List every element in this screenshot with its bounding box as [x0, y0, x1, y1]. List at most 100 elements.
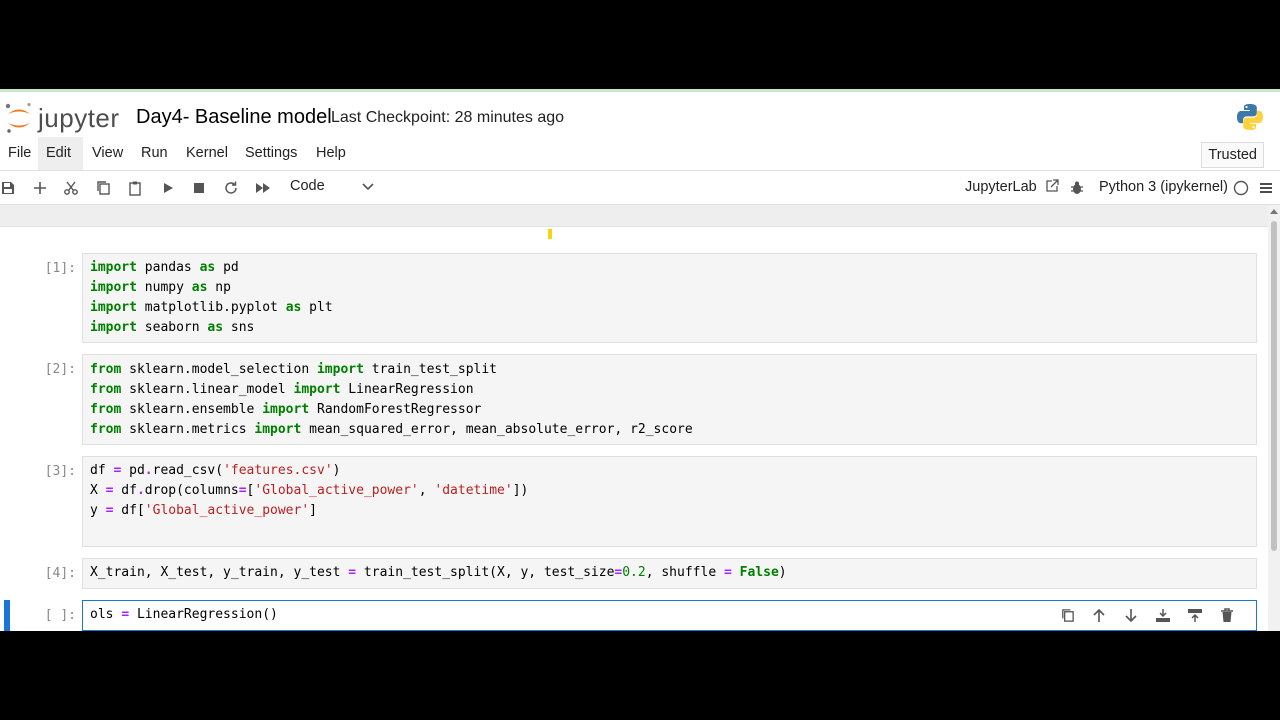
stop-icon[interactable] — [188, 177, 210, 199]
chevron-down-icon[interactable] — [362, 183, 374, 191]
menu-edit[interactable]: Edit — [38, 137, 83, 170]
code-token: pd — [121, 463, 145, 478]
code-editor[interactable]: from sklearn.model_selection import trai… — [82, 354, 1257, 445]
menu-hamburger-icon[interactable] — [1255, 177, 1277, 199]
scroll-up-icon[interactable] — [1270, 208, 1278, 214]
code-token: numpy — [136, 280, 192, 295]
code-token: as — [207, 320, 224, 335]
jupyterlab-link[interactable]: JupyterLab — [965, 179, 1059, 195]
jupyter-logo[interactable]: jupyter — [4, 100, 120, 136]
cell-type-select[interactable]: Code — [290, 178, 325, 194]
code-token: RandomForestRegressor — [309, 402, 482, 417]
code-token: False — [739, 565, 779, 580]
code-line: X = df.drop(columns=['Global_active_powe… — [83, 481, 1256, 501]
code-token: 'features.csv' — [223, 463, 333, 478]
cell-prompt: [3]: — [44, 464, 76, 479]
menu-settings[interactable]: Settings — [237, 137, 305, 170]
cell-prompt: [4]: — [44, 566, 76, 581]
code-token: import — [90, 260, 137, 275]
code-token: sklearn.metrics — [121, 422, 255, 437]
notebook-toolbar: Code JupyterLab Python 3 (ipykernel) — [0, 171, 1280, 205]
code-line: from sklearn.metrics import mean_squared… — [83, 420, 1256, 440]
code-editor[interactable]: X_train, X_test, y_train, y_test = train… — [82, 558, 1257, 589]
code-token: ] — [309, 503, 317, 518]
code-token: . — [144, 463, 153, 478]
code-token: pd — [215, 260, 239, 275]
scrollbar-thumb[interactable] — [1271, 221, 1277, 551]
code-line: X_train, X_test, y_train, y_test = train… — [83, 563, 1256, 583]
cell-prompt: [2]: — [44, 362, 76, 377]
menu-file[interactable]: File — [0, 137, 39, 170]
menu-kernel[interactable]: Kernel — [178, 137, 236, 170]
code-token: pandas — [136, 260, 200, 275]
external-link-icon — [1046, 179, 1059, 192]
code-token: read_csv( — [152, 463, 224, 478]
cut-icon[interactable] — [60, 177, 82, 199]
kernel-status-idle-icon — [1230, 177, 1252, 199]
code-token: 'datetime' — [434, 483, 513, 498]
code-editor[interactable]: df = pd.read_csv('features.csv') X = df.d… — [82, 456, 1257, 547]
code-token: import — [262, 402, 310, 417]
trusted-indicator[interactable]: Trusted — [1201, 142, 1264, 168]
insert-below-icon[interactable] — [1184, 604, 1206, 626]
active-cell-indicator — [4, 600, 10, 631]
menu-run[interactable]: Run — [133, 137, 176, 170]
run-icon[interactable] — [157, 177, 179, 199]
vertical-scrollbar[interactable] — [1268, 205, 1280, 631]
insert-above-icon[interactable] — [1152, 604, 1174, 626]
code-token: import — [90, 300, 137, 315]
save-icon[interactable] — [0, 177, 19, 199]
code-token: X — [90, 483, 106, 498]
copy-icon[interactable] — [92, 177, 114, 199]
code-line: from sklearn.model_selection import trai… — [83, 360, 1256, 380]
last-checkpoint: Last Checkpoint: 28 minutes ago — [331, 109, 565, 126]
code-token: ols — [90, 607, 122, 622]
cell-prompt: [1]: — [44, 261, 76, 276]
notebook-content[interactable]: [1]: import pandas as pd import numpy as … — [0, 227, 1268, 631]
code-token: 'Global_active_power' — [254, 483, 419, 498]
code-token: sns — [223, 320, 255, 335]
code-line: from sklearn.ensemble import RandomFores… — [83, 400, 1256, 420]
debugger-icon[interactable] — [1066, 177, 1088, 199]
code-token: df — [113, 483, 137, 498]
code-line: import pandas as pd — [83, 258, 1256, 278]
code-token: from — [90, 402, 122, 417]
code-editor[interactable]: import pandas as pd import numpy as np imp… — [82, 253, 1257, 343]
menu-help[interactable]: Help — [308, 137, 354, 170]
code-token: = — [723, 565, 732, 580]
code-token: = — [238, 483, 247, 498]
code-token: sklearn.model_selection — [121, 362, 317, 377]
menu-bar: File Edit View Run Kernel Settings Help … — [0, 137, 1280, 171]
code-token: . — [136, 483, 145, 498]
kernel-name[interactable]: Python 3 (ipykernel) — [1099, 179, 1228, 195]
code-token: drop(columns — [144, 483, 239, 498]
top-bar: jupyter Day4- Baseline model Last Checkp… — [0, 89, 1280, 137]
add-cell-icon[interactable] — [29, 177, 51, 199]
code-line: import matplotlib.pyplot as plt — [83, 298, 1256, 318]
code-token: import — [293, 382, 341, 397]
duplicate-cell-icon[interactable] — [1056, 604, 1078, 626]
move-up-icon[interactable] — [1088, 604, 1110, 626]
delete-cell-icon[interactable] — [1216, 604, 1238, 626]
code-token: sklearn.linear_model — [121, 382, 294, 397]
menu-view[interactable]: View — [84, 137, 131, 170]
toolbar-divider-bar — [0, 205, 1280, 227]
code-token: import — [254, 422, 302, 437]
python-logo-icon — [1236, 103, 1264, 136]
code-token: from — [90, 422, 122, 437]
jupyterlab-label: JupyterLab — [965, 179, 1037, 195]
code-token: X_train, X_test, y_train, y_test — [90, 565, 349, 580]
fast-forward-icon[interactable] — [252, 177, 274, 199]
restart-icon[interactable] — [220, 177, 242, 199]
code-token: matplotlib.pyplot — [136, 300, 286, 315]
code-token: from — [90, 382, 122, 397]
code-token: np — [207, 280, 231, 295]
code-line: from sklearn.linear_model import LinearR… — [83, 380, 1256, 400]
code-token: , — [418, 483, 435, 498]
paste-icon[interactable] — [124, 177, 146, 199]
move-down-icon[interactable] — [1120, 604, 1142, 626]
code-token: 'Global_active_power' — [144, 503, 310, 518]
code-token: sklearn.ensemble — [121, 402, 263, 417]
notebook-title[interactable]: Day4- Baseline model — [136, 106, 332, 129]
code-token: train_test_split(X, y, test_size — [356, 565, 615, 580]
